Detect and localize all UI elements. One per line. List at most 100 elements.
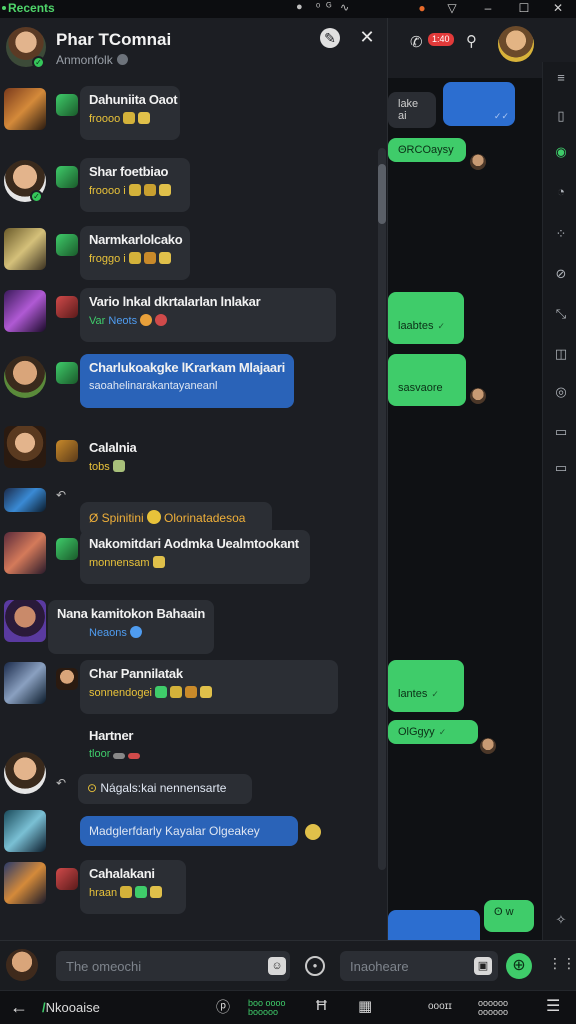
stats-text: oooooo oooooo <box>478 999 508 1017</box>
pin-icon[interactable]: ▯ <box>553 108 569 124</box>
chat-card[interactable]: Dahuniita Oaot froooo <box>80 86 180 140</box>
settings-icon[interactable]: ◎ <box>553 384 569 400</box>
game-icon <box>56 868 78 890</box>
phone-icon[interactable]: ✆ <box>410 33 423 51</box>
chat-subtitle-secondary: Olorinatadesoa <box>164 511 246 525</box>
send-button[interactable]: ⊕ <box>506 953 532 979</box>
contact-avatar[interactable] <box>498 26 534 62</box>
status-icon[interactable]: ◉ <box>553 144 569 160</box>
new-chat-icon[interactable]: ✎ <box>320 28 340 48</box>
window-icon[interactable]: ▭ <box>553 424 569 440</box>
chat-card[interactable]: Calalnia tobs <box>80 434 140 482</box>
message-bubble[interactable]: lantes ✓ <box>388 660 464 712</box>
game-icon <box>56 538 78 560</box>
chat-subtitle: tobs <box>89 461 110 473</box>
avatar[interactable] <box>6 949 38 981</box>
document-icon[interactable]: ◫ <box>553 346 569 362</box>
verified-icon <box>116 54 128 65</box>
chrome-icon[interactable]: ● <box>296 1 303 13</box>
sparkle-icon[interactable]: ✧ <box>553 912 569 928</box>
emoji-icon <box>152 556 165 568</box>
minimize-button[interactable]: – <box>480 1 496 17</box>
chat-subtitle: Var <box>89 315 106 327</box>
call-badge: 1:40 <box>428 33 454 46</box>
chat-card[interactable]: Cahalakani hraan <box>80 860 186 914</box>
status-icon: ⊙ <box>87 781 101 795</box>
game-icon <box>56 362 78 384</box>
emoji-icon <box>128 753 141 759</box>
message-bubble[interactable] <box>388 910 480 940</box>
attachment-icon[interactable]: ▣ <box>474 957 492 975</box>
message-bubble[interactable]: OlGgyy ✓ <box>388 720 478 744</box>
chat-card[interactable]: Shar foetbiao froooo i <box>80 158 190 212</box>
chat-subtitle: sonnendogei <box>89 687 153 699</box>
chat-title: Calalnia <box>89 440 137 455</box>
game-icon <box>56 166 78 188</box>
secondary-input[interactable] <box>350 957 470 975</box>
scrollbar-thumb[interactable] <box>378 164 386 224</box>
chat-card[interactable]: ⊙ Nágals:kai nennensarte <box>78 774 252 804</box>
chevron-down-icon[interactable]: ▽ <box>444 1 460 17</box>
avatar <box>4 426 46 468</box>
bottom-label: /Nkooaise <box>42 1000 100 1015</box>
chat-card[interactable]: Nana kamitokon Bahaain Neaons <box>48 600 214 654</box>
avatar <box>4 488 46 512</box>
message-bubble[interactable]: laabtes ✓ <box>388 292 464 344</box>
layout-icon[interactable]: Ħ <box>316 997 327 1014</box>
people-icon[interactable]: ⁘ <box>553 226 569 242</box>
message-bubble[interactable]: ✓✓ <box>443 82 515 126</box>
search-icon[interactable]: ⚲ <box>466 32 477 50</box>
message-text: lantes <box>398 688 428 700</box>
close-icon[interactable]: ✕ <box>356 26 378 48</box>
chat-card[interactable]: Vario lnkal dkrtalarlan lnlakar Var Neot… <box>80 288 336 342</box>
emoji-icon <box>113 753 126 759</box>
grid-icon[interactable]: ▦ <box>358 997 372 1015</box>
emoji-icon <box>305 824 321 840</box>
chat-card[interactable]: Hartner tloor <box>80 722 170 768</box>
maximize-button[interactable]: ☐ <box>516 1 532 17</box>
emoji-icon <box>140 314 153 326</box>
avatar <box>4 600 46 642</box>
back-button[interactable]: ← <box>10 997 28 1018</box>
message-bubble[interactable]: lake ai <box>388 92 436 128</box>
close-window-button[interactable]: ✕ <box>550 1 566 17</box>
emoji-icon <box>200 686 213 698</box>
emoji-icon <box>158 252 171 264</box>
message-bubble[interactable]: ΘRCOaysy <box>388 138 466 162</box>
message-input-box[interactable]: ☺ <box>56 951 290 981</box>
menu-icon[interactable]: ☰ <box>546 996 560 1016</box>
monitor-icon[interactable]: ▭ <box>553 460 569 476</box>
apps-grid-icon[interactable]: ⋮⋮ <box>548 955 576 975</box>
profile-status-text: Anmonfolk <box>56 53 113 67</box>
emoji-icon <box>128 184 141 196</box>
compass-icon[interactable]: ⊘ <box>553 266 569 282</box>
game-icon <box>56 94 78 116</box>
message-input[interactable] <box>66 957 256 975</box>
message-bubble[interactable]: ʘ w <box>484 900 534 932</box>
chat-subtitle: hraan <box>89 887 118 899</box>
emoji-picker-icon[interactable]: ☺ <box>268 957 286 975</box>
message-text: ʘ w <box>494 906 514 918</box>
resize-icon[interactable]: ⤡ <box>553 306 569 322</box>
scrollbar-track[interactable] <box>378 148 386 870</box>
clock-icon[interactable]: ◔ <box>553 184 569 200</box>
chat-card[interactable]: Narmkarlolcako froggo i <box>80 226 190 280</box>
chat-card[interactable]: Nakomitdari Aodmka Uealmtookant monnensa… <box>80 530 310 584</box>
chat-subtitle: Madglerfdarly Kayalar Olgeakey <box>89 824 260 838</box>
notification-icon[interactable]: ● <box>414 1 430 17</box>
chat-card[interactable]: Madglerfdarly Kayalar Olgeakey <box>80 816 298 846</box>
chat-card[interactable]: Charlukoakgke lKrarkam Mlajaari saoaheli… <box>80 354 294 408</box>
chat-title: Hartner <box>89 728 134 743</box>
green-status-bottom: booooo <box>248 1007 279 1017</box>
mic-icon[interactable]: ● <box>305 956 325 976</box>
avatar <box>4 862 46 904</box>
reader-avatar <box>480 738 496 754</box>
location-icon[interactable]: ⓟ <box>216 997 230 1017</box>
chat-card[interactable]: Char Pannilatak sonnendogei <box>80 660 338 714</box>
message-bubble[interactable]: sasvaore <box>388 354 466 406</box>
stats-bottom: oooooo <box>478 1007 509 1017</box>
chat-subtitle: monnensam <box>89 557 150 569</box>
emoji-icon <box>112 460 125 472</box>
secondary-input-box[interactable]: ▣ <box>340 951 498 981</box>
menu-icon[interactable]: ≡ <box>553 70 569 86</box>
